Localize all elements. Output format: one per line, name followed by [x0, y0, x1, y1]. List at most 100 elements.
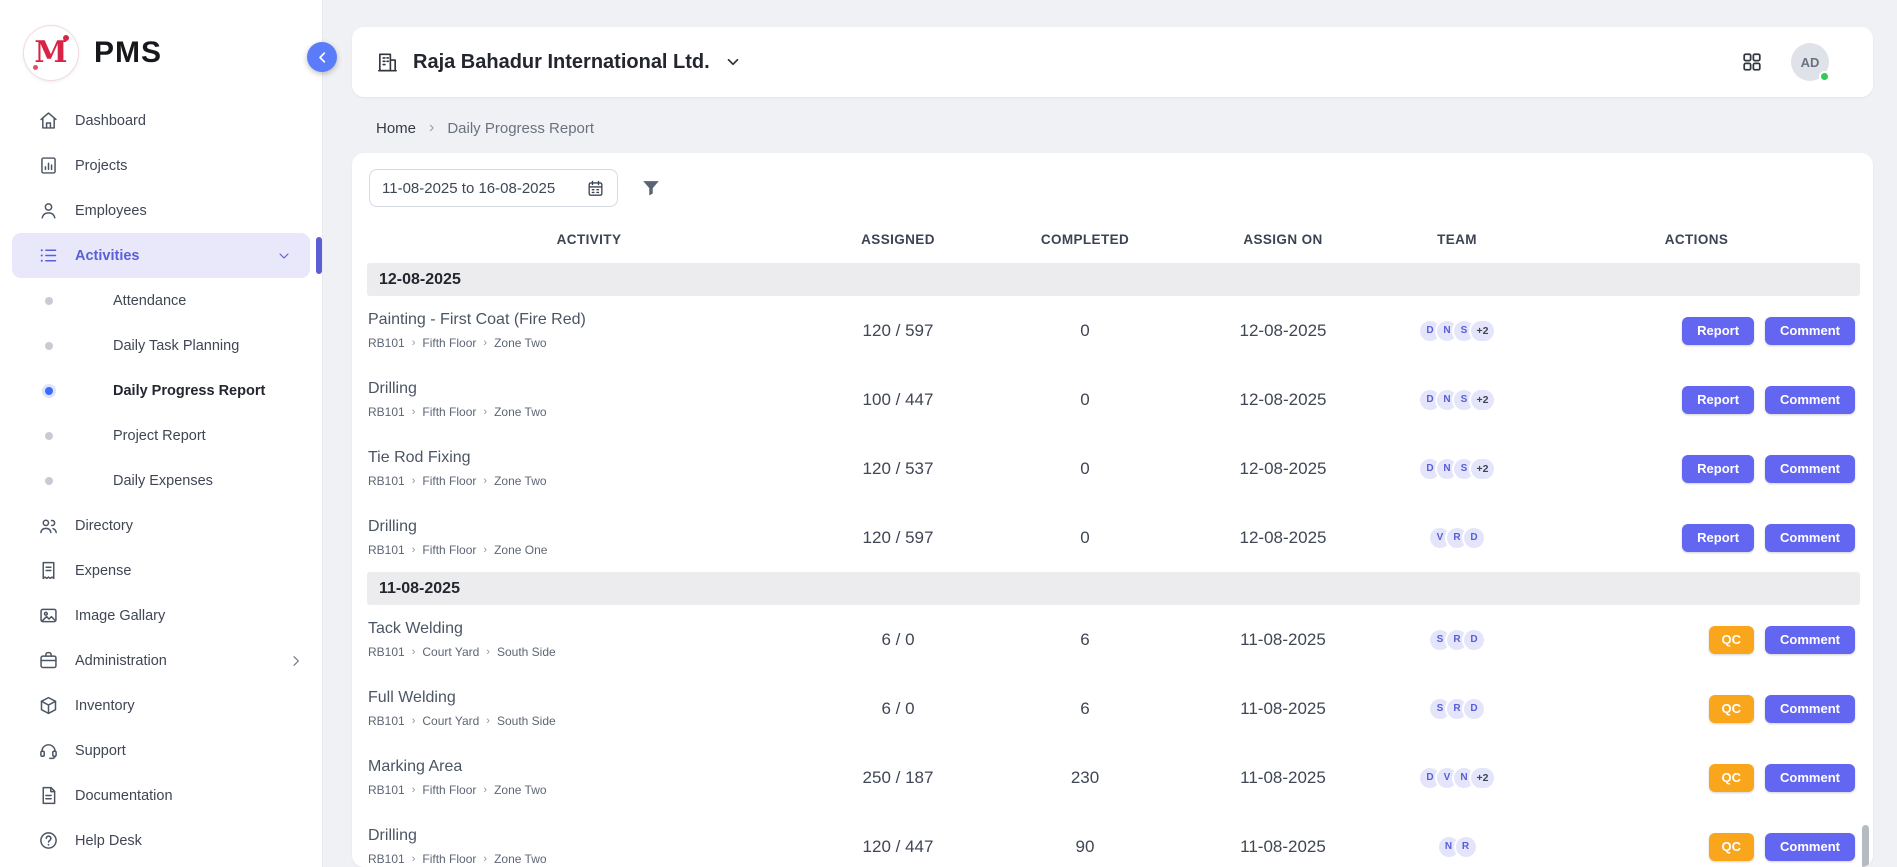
activity-title: Full Welding — [368, 689, 811, 707]
sidebar-item-support[interactable]: Support — [0, 728, 322, 773]
team-extra-count[interactable]: +2 — [1469, 388, 1496, 412]
company-name: Raja Bahadur International Ltd. — [413, 51, 710, 74]
qc-button[interactable]: QC — [1709, 695, 1755, 723]
activity-location: RB101›Fifth Floor›Zone Two — [368, 336, 811, 350]
sidebar-item-administration[interactable]: Administration — [0, 638, 322, 683]
comment-button[interactable]: Comment — [1765, 317, 1855, 345]
sidebar-subitem-daily-task-planning[interactable]: Daily Task Planning — [0, 323, 322, 368]
help-icon — [38, 830, 59, 851]
team-cell: SRD — [1381, 697, 1533, 721]
sidebar-item-documentation[interactable]: Documentation — [0, 773, 322, 818]
sidebar-nav: Dashboard Projects EmployeesActivitiesAtte… — [0, 98, 322, 863]
sidebar-subitem-attendance[interactable]: Attendance — [0, 278, 322, 323]
activities-icon — [38, 245, 59, 266]
team-cell: DVN+2 — [1381, 766, 1533, 790]
qc-button[interactable]: QC — [1709, 626, 1755, 654]
team-avatar[interactable]: D — [1462, 628, 1486, 652]
column-header-assign-on: ASSIGN ON — [1185, 232, 1381, 247]
sidebar-item-dashboard[interactable]: Dashboard — [0, 98, 322, 143]
apps-grid-button[interactable] — [1741, 51, 1763, 73]
sidebar-item-help-desk[interactable]: Help Desk — [0, 818, 322, 863]
report-button[interactable]: Report — [1682, 317, 1754, 345]
filter-button[interactable] — [640, 177, 662, 199]
team-cell: VRD — [1381, 526, 1533, 550]
location-segment: Fifth Floor — [422, 405, 476, 419]
date-range-value: 11-08-2025 to 16-08-2025 — [382, 180, 555, 197]
sidebar-item-directory[interactable]: Directory — [0, 503, 322, 548]
sidebar-item-expense[interactable]: Expense — [0, 548, 322, 593]
activity-title: Drilling — [368, 827, 811, 845]
table-row: DrillingRB101›Fifth Floor›Zone Two100 / … — [367, 365, 1860, 434]
date-range-input[interactable]: 11-08-2025 to 16-08-2025 — [369, 169, 618, 207]
filter-funnel-icon — [640, 177, 662, 199]
comment-button[interactable]: Comment — [1765, 386, 1855, 414]
company-selector[interactable]: Raja Bahadur International Ltd. — [376, 51, 742, 74]
sidebar-subitem-project-report[interactable]: Project Report — [0, 413, 322, 458]
completed-value: 6 — [985, 699, 1185, 719]
employees-icon — [38, 200, 59, 221]
comment-button[interactable]: Comment — [1765, 764, 1855, 792]
activity-location: RB101›Fifth Floor›Zone Two — [368, 852, 811, 866]
date-group-header: 11-08-2025 — [367, 572, 1860, 605]
breadcrumb-home[interactable]: Home — [376, 120, 416, 137]
chevron-right-icon: › — [483, 406, 487, 418]
completed-value: 90 — [985, 837, 1185, 857]
chevron-right-icon — [288, 653, 304, 669]
comment-button[interactable]: Comment — [1765, 524, 1855, 552]
team-extra-count[interactable]: +2 — [1469, 457, 1496, 481]
completed-value: 230 — [985, 768, 1185, 788]
chevron-right-icon: › — [483, 784, 487, 796]
sidebar-item-employees[interactable]: Employees — [0, 188, 322, 233]
sidebar-item-label: Administration — [75, 653, 272, 669]
team-avatar[interactable]: D — [1462, 697, 1486, 721]
chevron-right-icon: › — [483, 853, 487, 865]
activity-location: RB101›Fifth Floor›Zone Two — [368, 783, 811, 797]
location-segment: Fifth Floor — [422, 543, 476, 557]
sidebar-item-label: Dashboard — [75, 113, 304, 129]
sidebar-subitem-daily-progress-report[interactable]: Daily Progress Report — [0, 368, 322, 413]
team-avatar[interactable]: D — [1462, 526, 1486, 550]
sidebar-subitem-daily-expenses[interactable]: Daily Expenses — [0, 458, 322, 503]
report-button[interactable]: Report — [1682, 386, 1754, 414]
support-icon — [38, 740, 59, 761]
team-avatar[interactable]: R — [1454, 835, 1478, 859]
report-button[interactable]: Report — [1682, 455, 1754, 483]
location-segment: RB101 — [368, 543, 405, 557]
location-segment: Court Yard — [422, 645, 479, 659]
location-segment: Fifth Floor — [422, 474, 476, 488]
building-icon — [376, 51, 399, 74]
activity-cell: Painting - First Coat (Fire Red)RB101›Fi… — [367, 311, 811, 350]
location-segment: Zone Two — [494, 474, 546, 488]
team-extra-count[interactable]: +2 — [1469, 319, 1496, 343]
qc-button[interactable]: QC — [1709, 833, 1755, 861]
chevron-right-icon: › — [483, 544, 487, 556]
assign-on-value: 12-08-2025 — [1185, 528, 1381, 548]
sidebar: M PMS DashboardProjectsEmployeesActiviti… — [0, 0, 323, 867]
sidebar-item-image-gallary[interactable]: Image Gallary — [0, 593, 322, 638]
sidebar-item-label: Help Desk — [75, 833, 304, 849]
documentation-icon — [38, 785, 59, 806]
sidebar-item-projects[interactable]: Projects — [0, 143, 322, 188]
assigned-value: 120 / 597 — [811, 321, 985, 341]
avatar[interactable]: AD — [1791, 43, 1829, 81]
sidebar-item-label: Projects — [75, 158, 304, 174]
comment-button[interactable]: Comment — [1765, 626, 1855, 654]
chevron-right-icon: › — [412, 544, 416, 556]
logo-letter: M — [34, 38, 67, 68]
breadcrumb-current: Daily Progress Report — [447, 120, 594, 137]
bullet-icon — [45, 342, 53, 350]
qc-button[interactable]: QC — [1709, 764, 1755, 792]
sidebar-item-inventory[interactable]: Inventory — [0, 683, 322, 728]
report-button[interactable]: Report — [1682, 524, 1754, 552]
team-extra-count[interactable]: +2 — [1469, 766, 1496, 790]
assigned-value: 120 / 537 — [811, 459, 985, 479]
sidebar-collapse-button[interactable] — [307, 42, 337, 72]
content-card: 11-08-2025 to 16-08-2025 ACTIVITYASSIGNE… — [352, 153, 1873, 867]
comment-button[interactable]: Comment — [1765, 833, 1855, 861]
activity-title: Marking Area — [368, 758, 811, 776]
sidebar-item-activities[interactable]: Activities — [12, 233, 310, 278]
comment-button[interactable]: Comment — [1765, 455, 1855, 483]
home-icon — [38, 110, 59, 131]
comment-button[interactable]: Comment — [1765, 695, 1855, 723]
scrollbar-thumb[interactable] — [1862, 825, 1869, 867]
